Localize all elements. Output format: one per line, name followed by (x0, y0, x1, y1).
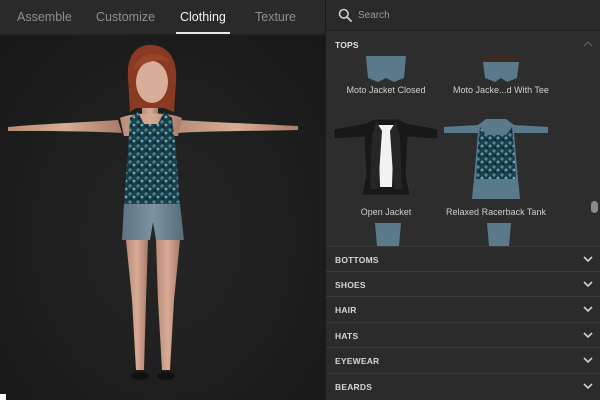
tab-assemble[interactable]: Assemble (17, 10, 72, 24)
chevron-down-icon (583, 306, 593, 313)
character-stage[interactable] (0, 36, 325, 400)
category-label: EYEWEAR (335, 356, 380, 366)
character-model[interactable] (0, 36, 325, 400)
search-input[interactable] (358, 6, 588, 24)
item-moto-jacket-with-tee[interactable]: Moto Jacke...d With Tee (441, 56, 561, 101)
category-label: HATS (335, 331, 359, 341)
character-viewport[interactable]: Assemble Customize Clothing Texture (0, 0, 325, 400)
tops-header[interactable]: TOPS (335, 40, 359, 50)
shorts (122, 204, 184, 240)
item-label: Moto Jacket Closed (346, 85, 426, 95)
chevron-down-icon (583, 383, 593, 390)
face (136, 61, 168, 103)
category-shoes[interactable]: SHOES (326, 271, 600, 296)
category-hats[interactable]: HATS (326, 322, 600, 347)
tab-customize[interactable]: Customize (96, 10, 155, 24)
category-bottoms[interactable]: BOTTOMS (326, 246, 600, 271)
tops-section: TOPS Moto Jacket Closed Moto Jacke...d W… (326, 31, 600, 246)
item-label: Moto Jacke...d With Tee (453, 85, 549, 95)
left-arm (8, 120, 122, 133)
category-label: BOTTOMS (335, 255, 379, 265)
mode-tabs: Assemble Customize Clothing Texture (0, 0, 325, 35)
tab-clothing[interactable]: Clothing (176, 10, 230, 34)
open-jacket-thumbnail (333, 118, 439, 196)
chevron-down-icon (583, 357, 593, 364)
scrollbar-thumb[interactable] (591, 201, 598, 213)
chevron-down-icon (583, 256, 593, 263)
item-label: Relaxed Racerback Tank (446, 207, 546, 217)
partial-thumbnails (375, 223, 511, 246)
item-open-jacket[interactable]: Open Jacket (326, 117, 446, 219)
item-relaxed-racerback-tank[interactable]: Relaxed Racerback Tank (436, 117, 556, 219)
chevron-down-icon (583, 281, 593, 288)
item-moto-jacket-closed[interactable]: Moto Jacket Closed (326, 56, 446, 101)
chevron-up-icon[interactable] (583, 40, 593, 47)
corner-marker (0, 394, 6, 400)
right-leg (156, 240, 180, 370)
search-bar (326, 0, 600, 31)
category-beards[interactable]: BEARDS (326, 373, 600, 398)
category-eyewear[interactable]: EYEWEAR (326, 347, 600, 372)
category-label: SHOES (335, 280, 366, 290)
left-leg (126, 240, 148, 370)
category-label: HAIR (335, 305, 357, 315)
item-label: Open Jacket (360, 207, 412, 217)
relaxed-racerback-tank-thumbnail (444, 119, 548, 199)
tank-top (124, 112, 180, 206)
category-hair[interactable]: HAIR (326, 296, 600, 321)
tab-texture[interactable]: Texture (255, 10, 296, 24)
category-label: BEARDS (335, 382, 373, 392)
search-icon[interactable] (338, 8, 352, 22)
clothing-panel: TOPS Moto Jacket Closed Moto Jacke...d W… (325, 0, 600, 400)
chevron-down-icon (583, 332, 593, 339)
right-arm (176, 120, 298, 133)
